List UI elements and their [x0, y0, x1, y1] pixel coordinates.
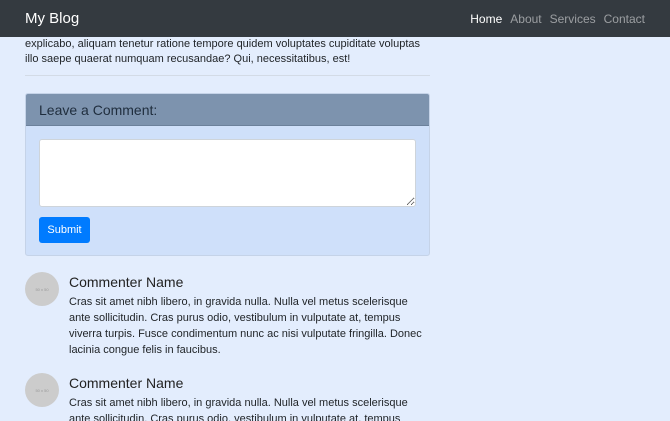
- comment-form-title: Leave a Comment:: [26, 94, 429, 126]
- commenter-name: Commenter Name: [69, 375, 184, 391]
- nav-contact[interactable]: Contact: [604, 12, 645, 26]
- commenter-name: Commenter Name: [69, 274, 184, 290]
- comment-form-card: Leave a Comment: Submit: [25, 93, 430, 256]
- brand-link[interactable]: My Blog: [25, 10, 79, 27]
- avatar: 50 x 50: [25, 373, 59, 407]
- nav-home[interactable]: Home: [470, 12, 502, 26]
- nav-links: Home About Services Contact: [470, 12, 645, 26]
- divider: [25, 75, 430, 76]
- avatar: 50 x 50: [25, 272, 59, 306]
- comment-text: Cras sit amet nibh libero, in gravida nu…: [69, 397, 408, 421]
- comment-text: Cras sit amet nibh libero, in gravida nu…: [69, 296, 422, 356]
- comment-textarea[interactable]: [39, 139, 416, 207]
- submit-button[interactable]: Submit: [39, 217, 90, 243]
- nav-services[interactable]: Services: [550, 12, 596, 26]
- post-text: explicabo, aliquam tenetur ratione tempo…: [25, 38, 421, 65]
- nav-about[interactable]: About: [510, 12, 541, 26]
- navbar: My Blog Home About Services Contact: [0, 0, 670, 37]
